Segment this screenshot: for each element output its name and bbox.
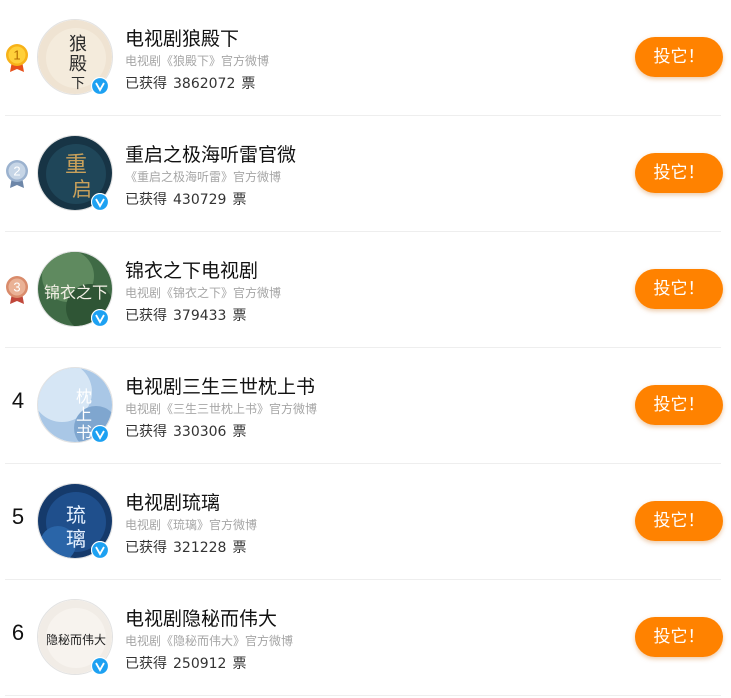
vote-button[interactable]: 投它！: [635, 37, 723, 77]
item-title[interactable]: 重启之极海听雷官微: [125, 140, 296, 167]
avatar-calligraphy: 殿: [69, 54, 87, 75]
verified-badge-icon: [91, 541, 109, 559]
votes-value: 250912: [173, 656, 227, 672]
vote-count: 已获得 3862072 票: [125, 73, 255, 93]
votes-value: 330306: [173, 424, 227, 440]
avatar[interactable]: 隐秘而伟大: [37, 599, 113, 675]
rank-number: 6: [11, 620, 25, 645]
avatar-calligraphy: 狼: [69, 34, 87, 55]
vote-button[interactable]: 投它！: [635, 617, 723, 657]
votes-unit: 票: [232, 308, 247, 324]
votes-label: 已获得: [125, 656, 167, 672]
votes-label: 已获得: [125, 76, 167, 92]
vote-button[interactable]: 投它！: [635, 501, 723, 541]
avatar-calligraphy: 下: [71, 76, 85, 92]
list-item: 2 重 启 重启之极海听雷官微 《重启之极海听雷》官方微博 已获得 430729 票…: [0, 116, 731, 232]
svg-text:3: 3: [13, 280, 20, 295]
list-item: 3 锦衣之下 锦衣之下电视剧 电视剧《锦衣之下》官方微博 已获得 379433 票 …: [0, 232, 731, 348]
avatar[interactable]: 锦衣之下: [37, 251, 113, 327]
item-title[interactable]: 电视剧三生三世枕上书: [125, 372, 315, 399]
svg-text:2: 2: [13, 164, 20, 179]
votes-label: 已获得: [125, 424, 167, 440]
avatar-calligraphy: 启: [72, 177, 92, 201]
ranking-list: 1 狼 殿 下 电视剧狼殿下 电视剧《狼殿下》官方微博 已获得 3862072 票 …: [0, 0, 731, 696]
divider: [5, 695, 721, 696]
avatar[interactable]: 枕 上 书: [37, 367, 113, 443]
verified-badge-icon: [91, 193, 109, 211]
avatar-calligraphy: 书: [76, 423, 92, 442]
votes-value: 321228: [173, 540, 227, 556]
rank-number: 5: [11, 504, 25, 529]
vote-button[interactable]: 投它！: [635, 153, 723, 193]
list-item: 6 隐秘而伟大 电视剧隐秘而伟大 电视剧《隐秘而伟大》官方微博 已获得 25091…: [0, 580, 731, 696]
item-subtitle: 《重启之极海听雷》官方微博: [125, 170, 282, 184]
votes-unit: 票: [232, 192, 247, 208]
list-item: 5 琉 璃 电视剧琉璃 电视剧《琉璃》官方微博 已获得 321228 票 投它！: [0, 464, 731, 580]
votes-unit: 票: [232, 656, 247, 672]
vote-count: 已获得 330306 票: [125, 421, 246, 441]
item-title[interactable]: 电视剧隐秘而伟大: [125, 604, 277, 631]
item-subtitle: 电视剧《隐秘而伟大》官方微博: [125, 634, 294, 648]
vote-count: 已获得 321228 票: [125, 537, 246, 557]
votes-label: 已获得: [125, 308, 167, 324]
avatar-calligraphy: 锦衣之下: [44, 283, 108, 302]
votes-unit: 票: [232, 540, 247, 556]
silver-medal-icon: 2: [6, 160, 28, 188]
votes-label: 已获得: [125, 192, 167, 208]
avatar-calligraphy: 枕: [76, 387, 92, 406]
votes-label: 已获得: [125, 540, 167, 556]
verified-badge-icon: [91, 77, 109, 95]
vote-button[interactable]: 投它！: [635, 269, 723, 309]
item-subtitle: 电视剧《三生三世枕上书》官方微博: [125, 402, 318, 416]
votes-value: 379433: [173, 308, 227, 324]
votes-unit: 票: [241, 76, 256, 92]
list-item: 4 枕 上 书 电视剧三生三世枕上书 电视剧《三生三世枕上书》官方微博 已获得 3…: [0, 348, 731, 464]
vote-count: 已获得 250912 票: [125, 653, 246, 673]
list-item: 1 狼 殿 下 电视剧狼殿下 电视剧《狼殿下》官方微博 已获得 3862072 票 …: [0, 0, 731, 116]
avatar-calligraphy: 璃: [66, 527, 86, 551]
vote-count: 已获得 379433 票: [125, 305, 246, 325]
item-title[interactable]: 锦衣之下电视剧: [125, 256, 258, 283]
avatar-calligraphy: 隐秘而伟大: [46, 633, 106, 647]
item-title[interactable]: 电视剧琉璃: [125, 488, 220, 515]
item-subtitle: 电视剧《锦衣之下》官方微博: [125, 286, 282, 300]
verified-badge-icon: [91, 657, 109, 675]
votes-value: 3862072: [173, 76, 236, 92]
item-title[interactable]: 电视剧狼殿下: [125, 24, 239, 51]
avatar-calligraphy: 重: [65, 153, 87, 178]
verified-badge-icon: [91, 425, 109, 443]
avatar[interactable]: 重 启: [37, 135, 113, 211]
rank-number: 4: [11, 388, 25, 413]
votes-unit: 票: [232, 424, 247, 440]
item-subtitle: 电视剧《琉璃》官方微博: [125, 518, 258, 532]
bronze-medal-icon: 3: [6, 276, 28, 304]
vote-button[interactable]: 投它！: [635, 385, 723, 425]
avatar[interactable]: 狼 殿 下: [37, 19, 113, 95]
gold-medal-icon: 1: [6, 44, 28, 72]
avatar-calligraphy: 上: [76, 405, 92, 424]
votes-value: 430729: [173, 192, 227, 208]
svg-text:1: 1: [13, 48, 20, 63]
avatar-calligraphy: 琉: [66, 503, 86, 527]
avatar[interactable]: 琉 璃: [37, 483, 113, 559]
verified-badge-icon: [91, 309, 109, 327]
item-subtitle: 电视剧《狼殿下》官方微博: [125, 54, 270, 68]
vote-count: 已获得 430729 票: [125, 189, 246, 209]
